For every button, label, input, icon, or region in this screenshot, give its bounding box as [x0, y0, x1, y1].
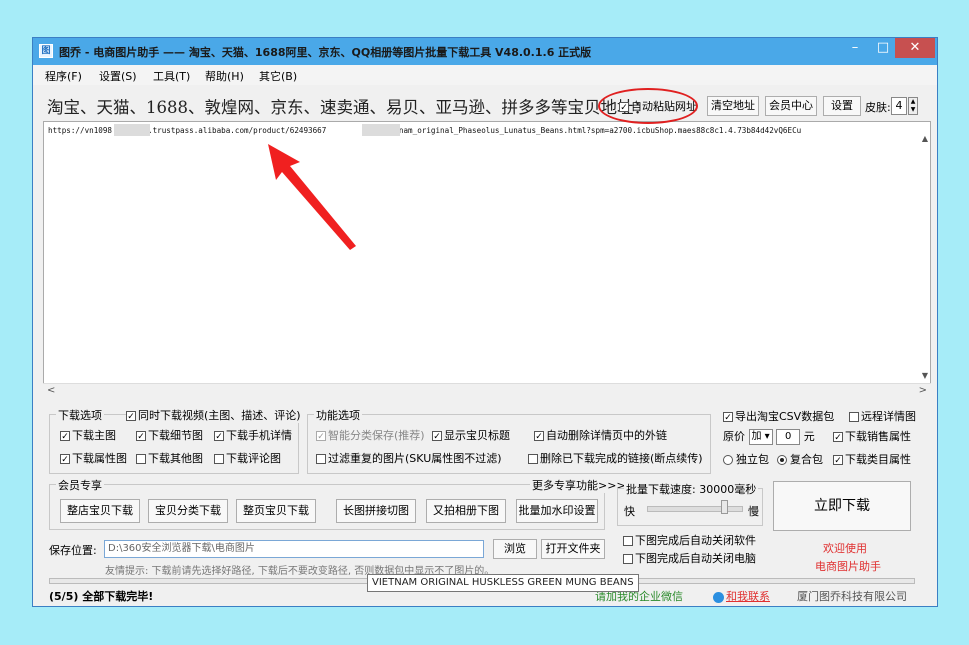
arrow-shape [268, 144, 356, 250]
red-arrow-annotation [268, 144, 356, 250]
